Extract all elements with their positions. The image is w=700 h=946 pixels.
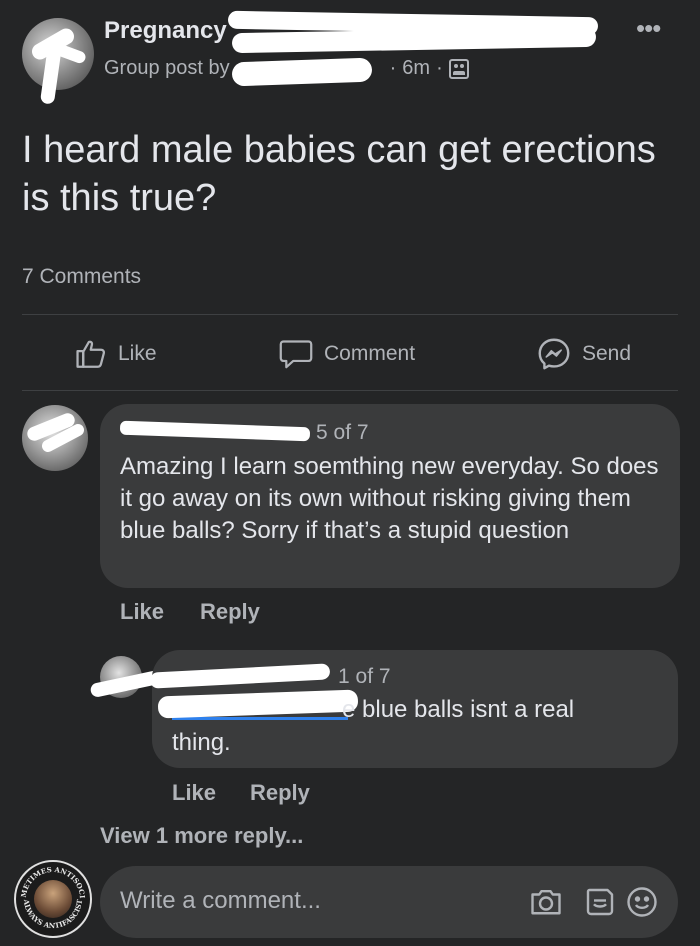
more-icon[interactable]: ••• xyxy=(636,15,661,41)
reply-like-button[interactable]: Like xyxy=(172,780,216,806)
profile-photo xyxy=(34,880,72,918)
reply-reply-button[interactable]: Reply xyxy=(250,780,310,806)
comment-reply-button[interactable]: Reply xyxy=(200,599,260,625)
post-time[interactable]: 6m xyxy=(402,57,430,80)
comment-text-line: e blue balls isnt a real xyxy=(342,696,575,723)
group-name[interactable]: Pregnancy xyxy=(104,17,227,45)
comment-count[interactable]: 7 Comments xyxy=(22,265,141,289)
comment-position: 1 of 7 xyxy=(338,665,391,688)
camera-icon[interactable] xyxy=(528,884,564,920)
comment-like-button[interactable]: Like xyxy=(120,599,164,625)
send-button[interactable]: Send xyxy=(536,335,631,373)
comment-button[interactable]: Comment xyxy=(278,335,415,373)
post-text: I heard male babies can get erections is… xyxy=(22,129,656,219)
my-profile-avatar[interactable]: SOMETIMES ANTISOCIAL ALWAYS ANTIFASCIST xyxy=(14,860,92,938)
group-icon xyxy=(448,58,469,79)
like-button[interactable]: Like xyxy=(74,335,157,373)
comment-placeholder: Write a comment... xyxy=(120,887,321,914)
comment-position: 5 of 7 xyxy=(316,421,369,444)
messenger-icon xyxy=(536,336,572,372)
divider xyxy=(22,314,678,315)
comment-text-line: thing. xyxy=(172,729,231,756)
redaction-scribble xyxy=(231,57,373,87)
gif-icon[interactable] xyxy=(582,884,618,920)
comment-input[interactable]: Write a comment... xyxy=(100,866,678,938)
meta-prefix: Group post by xyxy=(104,57,230,79)
view-more-replies-link[interactable]: View 1 more reply... xyxy=(100,823,303,849)
like-icon xyxy=(74,337,108,371)
redaction-scribble xyxy=(231,26,597,54)
divider xyxy=(22,390,678,391)
comment-label: Comment xyxy=(324,342,416,365)
like-label: Like xyxy=(118,342,157,365)
emoji-icon[interactable] xyxy=(624,884,660,920)
send-label: Send xyxy=(582,342,632,365)
comment-text: Amazing I learn soemthing new everyday. … xyxy=(120,453,659,544)
comment-icon xyxy=(278,337,314,371)
